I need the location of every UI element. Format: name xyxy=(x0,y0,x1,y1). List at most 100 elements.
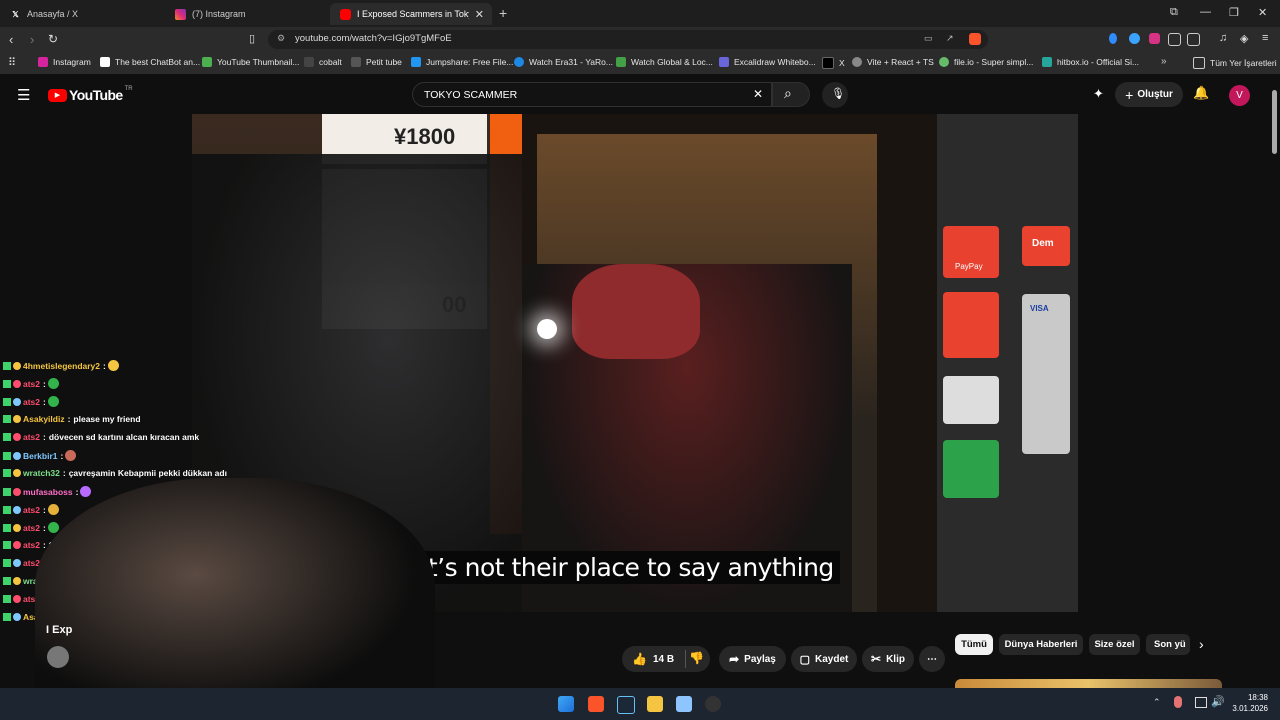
site-info-icon[interactable]: ⚙ xyxy=(277,33,285,44)
sidebar-icon[interactable] xyxy=(1187,33,1200,46)
apps-grid-icon[interactable]: ⠿ xyxy=(8,56,16,69)
forward-icon[interactable]: › xyxy=(30,32,34,47)
brave-browser-icon[interactable] xyxy=(588,696,604,712)
chat-username[interactable]: Asakyildiz xyxy=(23,414,65,424)
new-tab-button[interactable]: + xyxy=(499,5,507,21)
address-bar[interactable]: ⚙ youtube.com/watch?v=IGjo9TgMFoE ▭ ↗ xyxy=(268,30,988,49)
save-button[interactable]: ▢ Kaydet xyxy=(791,646,857,672)
chat-username[interactable]: ats2 xyxy=(23,397,40,407)
wallet-icon[interactable]: ◈ xyxy=(1240,32,1248,45)
photos-icon[interactable] xyxy=(676,696,692,712)
tray-volume-icon[interactable]: 🔊 xyxy=(1211,695,1225,708)
chat-username[interactable]: ats2 xyxy=(23,540,40,550)
chip-next-chevron-icon[interactable]: › xyxy=(1199,636,1204,652)
brave-shield-icon[interactable] xyxy=(969,33,981,45)
tray-network-icon[interactable] xyxy=(1195,697,1207,708)
tray-mic-icon[interactable] xyxy=(1174,696,1182,708)
more-dots-icon: ⋯ xyxy=(927,653,937,665)
steam-icon[interactable] xyxy=(617,696,635,714)
chip-recent[interactable]: Son yü xyxy=(1146,634,1190,655)
maximize-icon[interactable]: ❐ xyxy=(1229,6,1239,19)
start-windows-icon[interactable] xyxy=(558,696,574,712)
search-button[interactable]: ⌕ xyxy=(772,82,810,107)
minimize-icon[interactable]: — xyxy=(1200,6,1211,18)
bookmark-icon[interactable]: ▯ xyxy=(249,32,255,45)
chat-badge-icon xyxy=(13,505,21,514)
youtube-logo[interactable]: ▶ YouTube TR xyxy=(48,86,133,103)
chat-username[interactable]: ats2 xyxy=(23,379,40,389)
bookmark-item[interactable]: cobalt xyxy=(304,57,342,67)
close-tab-icon[interactable]: ✕ xyxy=(475,8,484,21)
recommended-thumbnail[interactable] xyxy=(955,679,1222,688)
create-button[interactable]: + Oluştur xyxy=(1115,82,1183,107)
chip-world-news[interactable]: Dünya Haberleri xyxy=(999,634,1083,655)
menu-icon[interactable]: ≡ xyxy=(1262,32,1268,44)
bookmark-item[interactable]: Watch Global & Loc... xyxy=(616,57,713,67)
more-actions-button[interactable]: ⋯ xyxy=(919,646,945,672)
bookmark-item[interactable]: Instagram xyxy=(38,57,91,67)
search-input[interactable]: TOKYO SCAMMER ✕ xyxy=(412,82,772,107)
chip-all[interactable]: Tümü xyxy=(955,634,993,655)
subscriber-badge-icon xyxy=(3,577,11,585)
red-scarf xyxy=(572,264,700,359)
bookmark-item[interactable]: Watch Era31 - YaRo... xyxy=(514,57,613,67)
chat-username[interactable]: ats2 xyxy=(23,432,40,442)
dislike-button[interactable]: 👎 xyxy=(689,651,704,665)
bookmark-item[interactable]: The best ChatBot an... xyxy=(100,57,200,67)
bookmark-item[interactable]: Vite + React + TS xyxy=(852,57,934,67)
voice-search-button[interactable]: 🎙 xyxy=(822,82,848,108)
extension-pink-icon[interactable] xyxy=(1149,33,1160,44)
app-icon[interactable] xyxy=(705,696,721,712)
chat-username[interactable]: wratch32 xyxy=(23,468,60,478)
subscriber-badge-icon xyxy=(3,415,11,423)
extensions-icon[interactable]: ⧉ xyxy=(1170,6,1178,19)
taskbar-clock[interactable]: 18:38 3.01.2026 xyxy=(1232,693,1268,713)
subscriber-badge-icon xyxy=(3,379,11,388)
chat-message: ats2 : xyxy=(3,378,59,389)
reload-icon[interactable]: ↻ xyxy=(48,32,58,46)
page-scrollbar[interactable] xyxy=(1272,90,1277,154)
cast-icon[interactable]: ▭ xyxy=(924,33,933,44)
extension-vpn-icon[interactable] xyxy=(1129,33,1140,44)
chat-username[interactable]: 4hmetislegendary2 xyxy=(23,361,100,371)
share-button[interactable]: ➦ Paylaş xyxy=(719,646,786,672)
bookmark-favicon xyxy=(100,57,110,67)
chat-username[interactable]: ats2 xyxy=(23,523,40,533)
clear-search-icon[interactable]: ✕ xyxy=(753,87,763,101)
file-explorer-icon[interactable] xyxy=(647,696,663,712)
bookmark-item[interactable]: X xyxy=(822,57,845,69)
extension-box-icon[interactable] xyxy=(1168,33,1181,46)
chat-username[interactable]: mufasaboss xyxy=(23,487,73,497)
tab-youtube-video[interactable]: I Exposed Scammers in Tokyo! " ✕ xyxy=(330,3,492,25)
bookmark-item[interactable]: Jumpshare: Free File... xyxy=(411,57,513,67)
bookmark-item[interactable]: YouTube Thumbnail... xyxy=(202,57,299,67)
bookmark-item[interactable]: file.io - Super simpl... xyxy=(939,57,1033,67)
more-bookmarks-icon[interactable]: » xyxy=(1161,56,1167,67)
chat-username[interactable]: ats2 xyxy=(23,505,40,515)
clip-button[interactable]: ✂ Klip xyxy=(862,646,914,672)
bookmark-item[interactable]: hitbox.io - Official Si... xyxy=(1042,57,1139,67)
chip-for-you[interactable]: Size özel xyxy=(1089,634,1140,655)
music-icon[interactable]: ♫ xyxy=(1219,32,1227,44)
back-icon[interactable]: ‹ xyxy=(9,32,13,47)
chat-emote-icon xyxy=(47,504,59,515)
tab-instagram[interactable]: (7) Instagram xyxy=(165,3,330,25)
channel-avatar[interactable] xyxy=(47,646,69,668)
close-window-icon[interactable]: ✕ xyxy=(1258,6,1267,19)
tray-chevron-icon[interactable]: ⌃ xyxy=(1153,697,1161,708)
tab-x-home[interactable]: 𝕏 Anasayfa / X xyxy=(0,3,165,25)
chat-username[interactable]: Berkbir1 xyxy=(23,451,58,461)
folder-icon xyxy=(1193,57,1205,69)
chat-emote-icon xyxy=(65,450,77,461)
all-bookmarks-button[interactable]: Tüm Yer İşaretleri xyxy=(1193,57,1277,69)
bookmark-item[interactable]: Excalidraw Whitebo... xyxy=(719,57,816,67)
chat-emote-icon xyxy=(80,486,92,497)
hamburger-menu-icon[interactable]: ☰ xyxy=(17,86,30,104)
notifications-bell-icon[interactable]: 🔔 xyxy=(1193,85,1209,101)
bookmark-favicon xyxy=(304,57,314,67)
premium-icon[interactable]: ✦ xyxy=(1093,86,1104,102)
avatar[interactable]: V xyxy=(1229,85,1250,106)
share-icon[interactable]: ↗ xyxy=(946,33,954,44)
extension-sound-icon[interactable] xyxy=(1109,33,1117,44)
bookmark-item[interactable]: Petit tube xyxy=(351,57,402,67)
